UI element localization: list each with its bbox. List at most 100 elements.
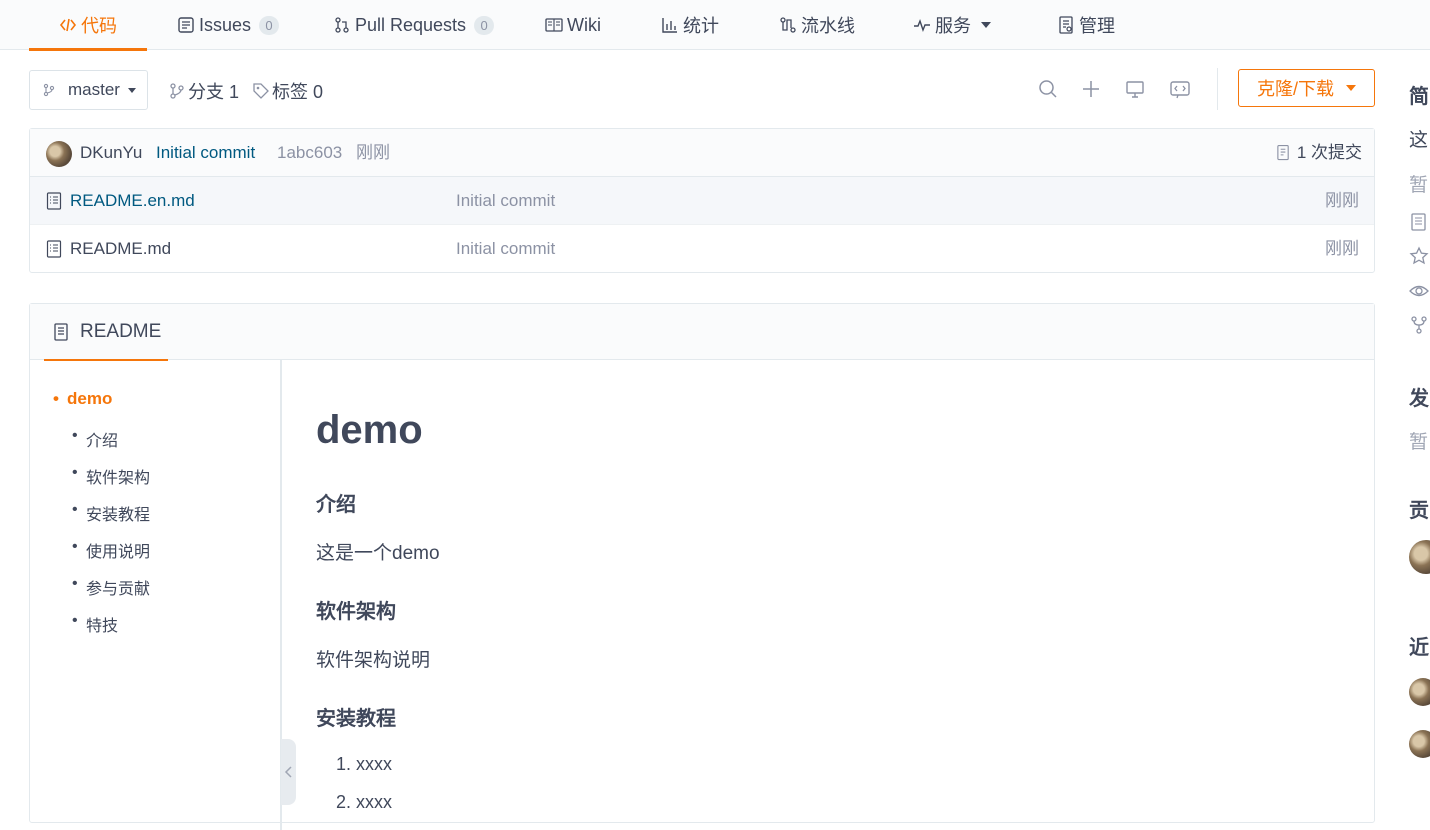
avatar[interactable] — [46, 141, 72, 167]
contributors-heading: 贡 — [1409, 500, 1429, 522]
file-name[interactable]: README.en.md — [70, 177, 195, 225]
wiki-book-icon — [545, 18, 563, 32]
readme-tab-label: README — [80, 321, 162, 342]
tab-readme[interactable]: README — [44, 304, 168, 361]
toc-item[interactable]: 介绍 — [72, 427, 118, 451]
release-heading: 发 — [1409, 388, 1429, 410]
tab-wiki[interactable]: Wiki — [545, 0, 601, 50]
star-icon[interactable] — [1409, 246, 1429, 266]
tab-pipeline[interactable]: 流水线 — [779, 0, 855, 50]
eye-icon[interactable] — [1409, 281, 1429, 301]
file-commit-message[interactable]: Initial commit — [456, 177, 555, 225]
branch-name: master — [68, 80, 120, 99]
release-empty-text: 暂 — [1409, 432, 1429, 453]
file-doc-icon — [46, 192, 62, 210]
web-ide-icon — [1170, 81, 1190, 99]
readme-title: demo — [316, 408, 423, 452]
issues-count-badge: 0 — [259, 15, 280, 35]
toc-item[interactable]: 安装教程 — [72, 501, 150, 525]
intro-empty-text: 暂 — [1409, 175, 1429, 196]
tab-code[interactable]: 代码 — [29, 0, 147, 51]
readme-doc-icon — [54, 323, 68, 341]
intro-heading: 简 — [1409, 86, 1429, 108]
manage-doc-icon — [1059, 16, 1073, 34]
monitor-button[interactable] — [1124, 78, 1146, 100]
monitor-icon — [1126, 81, 1144, 98]
intro-text: 这 — [1409, 130, 1429, 151]
file-time: 刚刚 — [1325, 191, 1359, 210]
latest-commit-bar: DKunYu Initial commit 1abc603 刚刚 1 次提交 — [30, 129, 1374, 177]
commit-author[interactable]: DKunYu — [80, 129, 142, 177]
list-item: 1. xxxx — [336, 754, 393, 774]
commit-message[interactable]: Initial commit — [156, 129, 255, 177]
tags-label: 标签 0 — [272, 82, 324, 102]
tags-link[interactable]: 标签 0 — [252, 78, 323, 104]
tab-services-label: 服务 — [935, 16, 971, 36]
chevron-down-icon — [127, 87, 136, 93]
tab-stats[interactable]: 统计 — [661, 0, 719, 50]
section-heading: 软件架构 — [316, 601, 396, 623]
code-icon — [59, 18, 77, 32]
commit-count-link[interactable]: 1 次提交 — [1276, 129, 1362, 177]
issues-icon — [178, 17, 194, 33]
list-item: 2. xxxx — [336, 792, 393, 812]
section-heading: 介绍 — [316, 494, 356, 516]
branch-icon — [43, 83, 55, 97]
pipeline-icon — [780, 17, 796, 33]
tab-pull-requests[interactable]: Pull Requests 0 — [333, 0, 495, 50]
avatar[interactable] — [1409, 730, 1430, 758]
tab-pipeline-label: 流水线 — [801, 16, 855, 36]
tab-code-label: 代码 — [81, 16, 117, 36]
toolbar-divider — [1217, 68, 1218, 110]
toc-item[interactable]: 使用说明 — [72, 538, 150, 562]
web-ide-button[interactable] — [1169, 78, 1191, 100]
chevron-down-icon — [981, 22, 991, 28]
avatar[interactable] — [1409, 678, 1430, 706]
section-body: 这是一个demo — [316, 543, 440, 564]
file-name[interactable]: README.md — [70, 225, 171, 273]
toc-item[interactable]: 特技 — [72, 612, 118, 636]
file-commit-message[interactable]: Initial commit — [456, 225, 555, 273]
toc-item[interactable]: 参与贡献 — [72, 575, 150, 599]
readme-doc-icon — [1411, 213, 1426, 231]
pull-requests-count-badge: 0 — [474, 15, 495, 35]
toc-item[interactable]: demo — [53, 389, 112, 409]
fork-icon[interactable] — [1409, 315, 1429, 335]
table-row[interactable]: README.md Initial commit 刚刚 — [30, 225, 1374, 273]
toc-item[interactable]: 软件架构 — [72, 464, 150, 488]
add-file-button[interactable] — [1080, 78, 1102, 100]
file-doc-icon — [46, 240, 62, 258]
search-button[interactable] — [1037, 78, 1059, 100]
file-time: 刚刚 — [1325, 239, 1359, 258]
tab-wiki-label: Wiki — [567, 14, 601, 35]
branches-link[interactable]: 分支 1 — [168, 78, 239, 104]
clone-download-button[interactable]: 克隆/下载 — [1238, 69, 1375, 107]
tab-issues-label: Issues — [199, 14, 252, 35]
section-body: 软件架构说明 — [316, 650, 431, 671]
branch-select[interactable]: master — [29, 70, 148, 110]
bar-chart-icon — [662, 18, 677, 33]
branch-icon — [170, 83, 184, 99]
plus-icon — [1083, 81, 1099, 97]
commit-count-label: 1 次提交 — [1296, 143, 1362, 162]
recent-heading: 近 — [1409, 637, 1429, 659]
pulse-icon — [914, 18, 930, 33]
pull-request-icon — [335, 17, 349, 33]
tab-issues[interactable]: Issues 0 — [177, 0, 280, 50]
table-row[interactable]: README.en.md Initial commit 刚刚 — [30, 177, 1374, 225]
branches-label: 分支 1 — [188, 82, 240, 102]
commit-hash[interactable]: 1abc603 — [277, 129, 342, 177]
section-heading: 安装教程 — [316, 708, 396, 730]
tab-pull-requests-label: Pull Requests — [355, 14, 467, 35]
avatar[interactable] — [1409, 540, 1430, 574]
chevron-down-icon — [1346, 85, 1356, 91]
tab-manage[interactable]: 管理 — [1057, 0, 1115, 50]
repo-tab-bar: 代码 Issues 0 Pull Requests 0 Wiki 统计 流水线 … — [0, 0, 1430, 51]
file-list: DKunYu Initial commit 1abc603 刚刚 1 次提交 R… — [29, 128, 1375, 273]
repo-sidebar: 简 这 暂 发 暂 贡 近 — [1409, 50, 1430, 811]
tab-services[interactable]: 服务 — [913, 0, 991, 50]
readme-panel: README demo 介绍 软件架构 安装教程 使用说明 参与贡献 特技 de… — [29, 303, 1375, 830]
chevron-left-icon — [284, 766, 292, 778]
toc-collapse-handle[interactable] — [281, 739, 296, 805]
search-icon — [1039, 80, 1057, 98]
